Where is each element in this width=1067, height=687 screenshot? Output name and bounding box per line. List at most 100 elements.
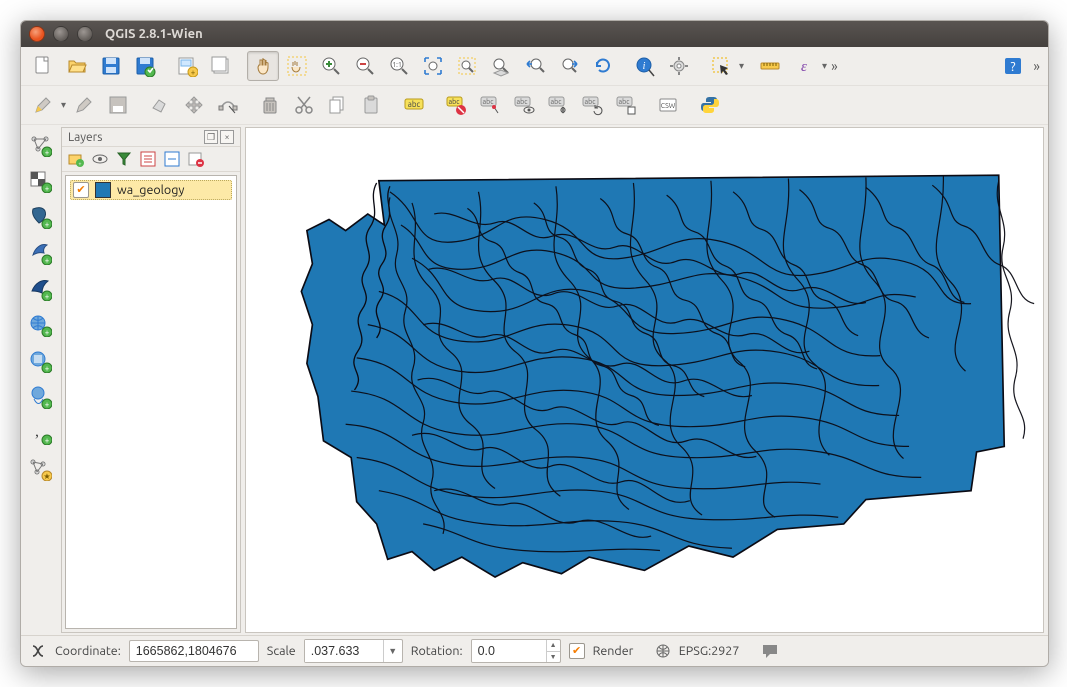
undock-panel-icon[interactable]: ❐ <box>204 130 218 144</box>
toolbar-overflow2-icon[interactable]: » <box>1031 58 1042 74</box>
svg-text:abc: abc <box>585 98 597 106</box>
add-spatialite-layer-button[interactable]: + <box>23 237 57 269</box>
toggle-extents-icon[interactable] <box>29 642 47 660</box>
remove-layer-button[interactable] <box>186 149 206 169</box>
add-wcs-layer-icon: + <box>28 349 52 373</box>
change-label-button[interactable]: abc <box>610 90 642 120</box>
rotation-spinner[interactable]: ▲▼ <box>471 639 561 663</box>
current-edits-button[interactable] <box>68 90 100 120</box>
node-tool-button[interactable] <box>212 90 244 120</box>
filter-legend-button[interactable] <box>114 149 134 169</box>
layer-symbol-swatch <box>95 182 111 198</box>
crs-label[interactable]: EPSG:2927 <box>679 644 740 658</box>
python-console-button[interactable] <box>694 90 726 120</box>
identify-button[interactable]: i <box>629 51 661 81</box>
pin-label-button[interactable]: abc <box>474 90 506 120</box>
select-features-button[interactable] <box>705 51 737 81</box>
move-label-button[interactable]: abc <box>542 90 574 120</box>
zoom-to-layer-button[interactable] <box>485 51 517 81</box>
composer-manager-button[interactable] <box>205 51 237 81</box>
expand-all-icon <box>140 151 156 167</box>
move-feature-button[interactable] <box>178 90 210 120</box>
rotation-value[interactable] <box>472 640 546 662</box>
scale-select[interactable]: ▼ <box>304 639 403 663</box>
add-feature-icon <box>149 94 171 116</box>
metasearch-button[interactable]: CSW <box>652 90 684 120</box>
help-button[interactable]: ? <box>997 51 1029 81</box>
zoom-last-button[interactable] <box>519 51 551 81</box>
refresh-button[interactable] <box>587 51 619 81</box>
zoom-next-button[interactable] <box>553 51 585 81</box>
crs-icon[interactable] <box>655 643 671 659</box>
add-wms-layer-button[interactable]: + <box>23 309 57 341</box>
zoom-out-button[interactable] <box>349 51 381 81</box>
maximize-icon[interactable] <box>77 26 93 42</box>
coordinate-input[interactable] <box>129 640 259 662</box>
render-checkbox[interactable] <box>569 643 585 659</box>
save-project-button[interactable] <box>95 51 127 81</box>
add-mssql-layer-button[interactable]: + <box>23 273 57 305</box>
messages-icon[interactable] <box>761 642 779 660</box>
toolbar-overflow-icon[interactable]: » <box>829 58 840 74</box>
zoom-in-button[interactable] <box>315 51 347 81</box>
minimize-icon[interactable] <box>53 26 69 42</box>
open-project-button[interactable] <box>61 51 93 81</box>
show-hide-labels-button[interactable]: abc <box>508 90 540 120</box>
close-icon[interactable] <box>29 26 45 42</box>
show-hide-labels-icon: abc <box>513 94 535 116</box>
paste-features-button[interactable] <box>356 90 388 120</box>
zoom-to-selection-button[interactable] <box>451 51 483 81</box>
layer-item[interactable]: wa_geology <box>70 180 232 200</box>
spin-up-icon[interactable]: ▲ <box>546 640 560 651</box>
zoom-native-icon: 1:1 <box>388 55 410 77</box>
toggle-editing-button[interactable] <box>27 90 59 120</box>
rotate-label-button[interactable]: abc <box>576 90 608 120</box>
add-postgis-layer-button[interactable]: + <box>23 201 57 233</box>
copy-features-button[interactable] <box>322 90 354 120</box>
add-vector-layer-button[interactable]: + <box>23 129 57 161</box>
save-layer-edits-button[interactable] <box>102 90 134 120</box>
zoom-native-button[interactable]: 1:1 <box>383 51 415 81</box>
scale-value[interactable] <box>305 640 383 662</box>
new-print-composer-button[interactable]: + <box>171 51 203 81</box>
expression-button[interactable]: ε <box>788 51 820 81</box>
svg-text:+: + <box>78 161 82 168</box>
expand-all-button[interactable] <box>138 149 158 169</box>
pan-button[interactable] <box>247 51 279 81</box>
cut-features-button[interactable] <box>288 90 320 120</box>
new-shapefile-button[interactable]: ★ <box>23 453 57 485</box>
move-feature-icon <box>183 94 205 116</box>
add-delimited-text-button[interactable]: ,+ <box>23 417 57 449</box>
add-wfs-layer-button[interactable]: + <box>23 381 57 413</box>
manage-visibility-button[interactable] <box>90 149 110 169</box>
svg-text:+: + <box>45 184 50 193</box>
app-window: QGIS 2.8.1-Wien + <box>20 20 1049 667</box>
zoom-full-button[interactable] <box>417 51 449 81</box>
body: + + + + + + + + ,+ <box>21 125 1048 635</box>
add-feature-button[interactable] <box>144 90 176 120</box>
new-project-button[interactable] <box>27 51 59 81</box>
options-button[interactable] <box>663 51 695 81</box>
measure-button[interactable] <box>754 51 786 81</box>
collapse-all-button[interactable] <box>162 149 182 169</box>
labeling-button[interactable]: abc <box>398 90 430 120</box>
statusbar: Coordinate: Scale ▼ Rotation: ▲▼ Render … <box>21 635 1048 666</box>
map-canvas[interactable] <box>245 127 1044 633</box>
chevron-down-icon[interactable]: ▼ <box>383 640 402 662</box>
layers-tree[interactable]: wa_geology <box>65 175 237 629</box>
save-project-icon <box>100 55 122 77</box>
layer-visibility-checkbox[interactable] <box>73 182 89 198</box>
add-raster-layer-button[interactable]: + <box>23 165 57 197</box>
delete-selected-button[interactable] <box>254 90 286 120</box>
svg-text:?: ? <box>1011 60 1016 74</box>
spin-down-icon[interactable]: ▼ <box>546 651 560 663</box>
close-panel-icon[interactable]: × <box>220 130 234 144</box>
label-settings-button[interactable]: abc <box>440 90 472 120</box>
pan-to-selection-button[interactable] <box>281 51 313 81</box>
add-wcs-layer-button[interactable]: + <box>23 345 57 377</box>
refresh-icon <box>592 55 614 77</box>
options-icon <box>668 55 690 77</box>
save-project-as-button[interactable] <box>129 51 161 81</box>
add-group-button[interactable]: + <box>66 149 86 169</box>
toolbar-main: + 1:1 <box>21 47 1048 86</box>
